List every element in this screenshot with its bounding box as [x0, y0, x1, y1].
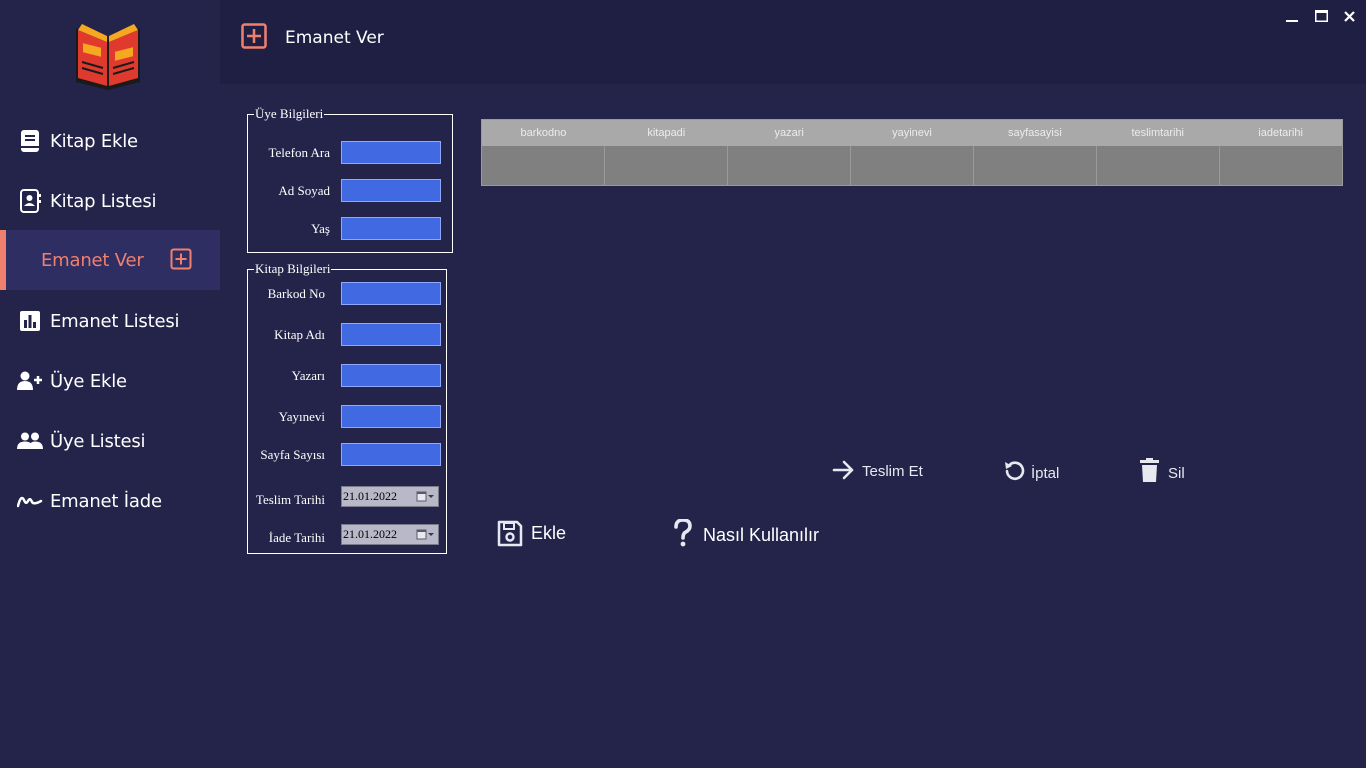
loan-table[interactable]: barkodno kitapadi yazari yayinevi sayfas…: [481, 119, 1343, 186]
sidebar-item-uye-listesi[interactable]: Üye Listesi: [0, 411, 220, 471]
page-count-label: Sayfa Sayısı: [260, 447, 325, 462]
add-button[interactable]: Ekle: [497, 520, 566, 547]
phone-search-input[interactable]: [341, 141, 441, 164]
barcode-label: Barkod No: [267, 286, 325, 301]
cancel-button[interactable]: İptal: [1002, 459, 1059, 483]
sidebar-item-uye-ekle[interactable]: Üye Ekle: [0, 351, 220, 411]
delivery-date-value: 21.01.2022: [343, 489, 397, 503]
page-count-input[interactable]: [341, 443, 441, 466]
calendar-dropdown-icon[interactable]: [414, 526, 438, 543]
column-header[interactable]: barkodno: [482, 120, 605, 146]
column-header[interactable]: kitapadi: [605, 120, 728, 146]
delete-button[interactable]: Sil: [1139, 458, 1185, 483]
minimize-icon: [1286, 20, 1298, 22]
calendar-dropdown-icon[interactable]: [414, 488, 438, 505]
table-cell[interactable]: [1220, 146, 1342, 185]
table-cell[interactable]: [1097, 146, 1220, 185]
header-bar: Emanet Ver: [220, 0, 1366, 84]
help-button[interactable]: Nasıl Kullanılır: [673, 519, 819, 547]
delivery-date-label: Teslim Tarihi: [255, 492, 325, 507]
return-date-picker[interactable]: 21.01.2022: [341, 524, 439, 545]
bar-chart-icon: [17, 308, 43, 334]
table-row[interactable]: [482, 146, 1342, 185]
sidebar-item-label: Emanet Ver: [41, 249, 144, 271]
column-header[interactable]: yazari: [728, 120, 851, 146]
sidebar-item-emanet-listesi[interactable]: Emanet Listesi: [0, 291, 220, 351]
full-name-input[interactable]: [341, 179, 441, 202]
user-plus-icon: [17, 368, 43, 394]
sidebar-item-label: Üye Ekle: [50, 370, 127, 392]
page-title: Emanet Ver: [285, 28, 384, 48]
table-cell[interactable]: [728, 146, 851, 185]
column-header[interactable]: teslimtarihi: [1096, 120, 1219, 146]
return-date-value: 21.01.2022: [343, 527, 397, 541]
active-indicator: [0, 230, 6, 290]
full-name-label: Ad Soyad: [278, 183, 330, 198]
close-icon: [1343, 10, 1355, 22]
return-date-label: İade Tarihi: [268, 530, 325, 545]
trash-icon: [1140, 458, 1159, 482]
author-label: Yazarı: [291, 368, 325, 383]
publisher-label: Yayınevi: [278, 409, 325, 424]
table-header: barkodno kitapadi yazari yayinevi sayfas…: [482, 120, 1342, 146]
minimize-button[interactable]: [1282, 6, 1302, 26]
cancel-label: İptal: [1031, 464, 1060, 482]
deliver-label: Teslim Et: [862, 463, 923, 480]
book-title-input[interactable]: [341, 323, 441, 346]
maximize-button[interactable]: [1311, 6, 1331, 26]
undo-icon: [1005, 461, 1025, 480]
sidebar-item-label: Üye Listesi: [50, 430, 146, 452]
contact-book-icon: [17, 188, 43, 214]
column-header[interactable]: yayinevi: [851, 120, 974, 146]
save-icon: [497, 520, 523, 547]
table-cell[interactable]: [482, 146, 605, 185]
close-button[interactable]: [1339, 6, 1359, 26]
add-label: Ekle: [531, 523, 567, 543]
open-book-logo: [76, 24, 140, 90]
publisher-input[interactable]: [341, 405, 441, 428]
table-cell[interactable]: [974, 146, 1097, 185]
delivery-date-picker[interactable]: 21.01.2022: [341, 486, 439, 507]
plus-square-icon: [241, 23, 267, 49]
barcode-input[interactable]: [341, 282, 441, 305]
phone-search-label: Telefon Ara: [268, 145, 330, 160]
column-header[interactable]: sayfasayisi: [973, 120, 1096, 146]
users-icon: [17, 428, 43, 454]
age-input[interactable]: [341, 217, 441, 240]
sidebar-item-label: Kitap Listesi: [50, 190, 157, 212]
table-cell[interactable]: [851, 146, 974, 185]
member-info-title: Üye Bilgileri: [255, 106, 324, 121]
table-cell[interactable]: [605, 146, 728, 185]
signature-icon: [17, 488, 43, 514]
sidebar: Kitap Ekle Kitap Listesi Emanet Ver Eman…: [0, 0, 220, 768]
book-title-label: Kitap Adı: [274, 327, 325, 342]
help-label: Nasıl Kullanılır: [703, 524, 820, 545]
maximize-icon: [1314, 10, 1328, 22]
deliver-button[interactable]: Teslim Et: [832, 459, 923, 481]
delete-label: Sil: [1168, 464, 1185, 482]
book-info-title: Kitap Bilgileri: [255, 261, 331, 276]
plus-square-icon: [170, 248, 192, 270]
column-header[interactable]: iadetarihi: [1219, 120, 1342, 146]
sidebar-item-emanet-ver[interactable]: Emanet Ver: [0, 230, 220, 290]
sidebar-item-label: Kitap Ekle: [50, 130, 138, 152]
sidebar-item-kitap-ekle[interactable]: Kitap Ekle: [0, 111, 220, 171]
book-icon: [17, 128, 43, 154]
author-input[interactable]: [341, 364, 441, 387]
arrow-right-icon: [832, 460, 854, 480]
sidebar-item-emanet-iade[interactable]: Emanet İade: [0, 471, 220, 531]
sidebar-item-label: Emanet Listesi: [50, 310, 180, 332]
question-icon: [674, 519, 692, 547]
sidebar-item-label: Emanet İade: [50, 490, 162, 512]
age-label: Yaş: [311, 221, 330, 236]
sidebar-item-kitap-listesi[interactable]: Kitap Listesi: [0, 171, 220, 231]
